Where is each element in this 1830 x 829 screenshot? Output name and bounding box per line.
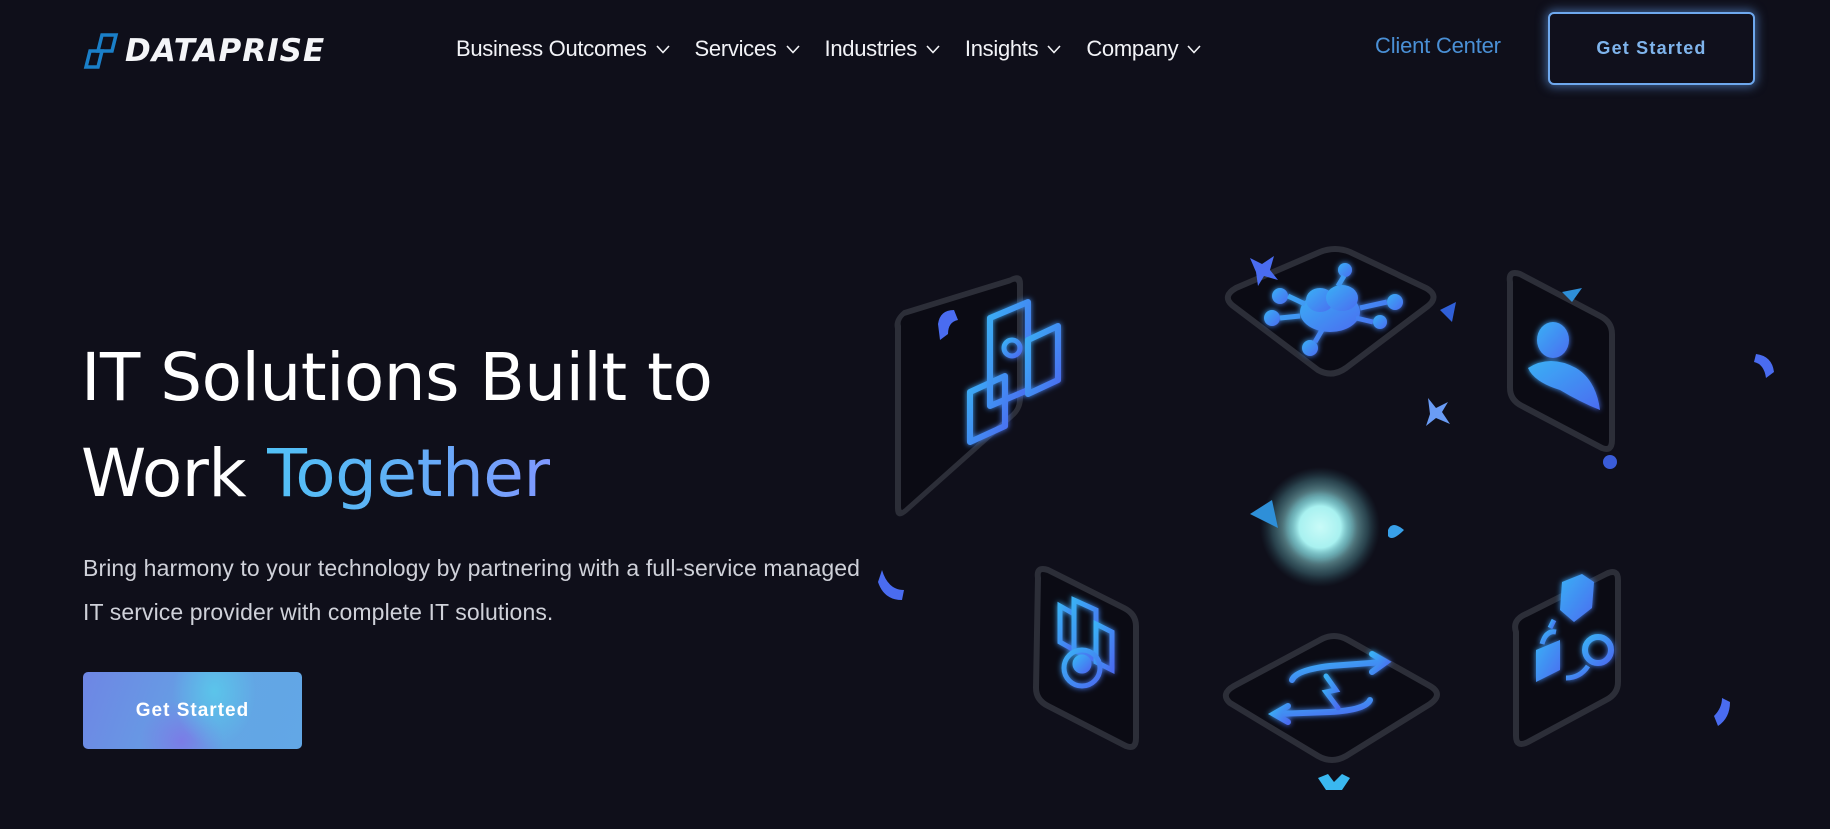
chevron-down-icon — [1047, 44, 1061, 54]
nav-item-insights[interactable]: Insights — [965, 36, 1061, 62]
hero-subtitle: Bring harmony to your technology by part… — [83, 555, 861, 625]
nav-label: Company — [1086, 36, 1179, 61]
chevron-down-icon — [1187, 44, 1201, 54]
decor-arc — [1754, 354, 1774, 378]
tile-cloud-network — [1224, 246, 1450, 426]
nav-label: Insights — [964, 36, 1039, 61]
header-get-started-button[interactable]: Get Started — [1548, 12, 1755, 85]
main-nav: Business Outcomes Services Industries In… — [456, 33, 1226, 65]
hero-title-line1: IT Solutions Built to — [81, 339, 713, 416]
chevron-down-icon — [926, 44, 940, 54]
nav-item-company[interactable]: Company — [1086, 36, 1201, 62]
client-center-link[interactable]: Client Center — [1375, 33, 1501, 59]
nav-label: Business Outcomes — [456, 36, 647, 61]
nav-item-services[interactable]: Services — [695, 36, 800, 62]
decor-sphere — [1603, 455, 1617, 469]
decor-cone — [1440, 302, 1456, 322]
chevron-down-icon — [785, 44, 800, 54]
hero-title: IT Solutions Built to Work Together — [81, 330, 713, 522]
chevron-down-icon — [655, 44, 670, 54]
tile-security-lock — [1512, 569, 1621, 747]
hero-get-started-button[interactable]: Get Started — [83, 672, 302, 749]
dataprise-logo-icon — [83, 33, 119, 69]
tile-user-profile — [1440, 270, 1617, 469]
button-label: Get Started — [135, 699, 250, 721]
decor-arc — [878, 570, 904, 600]
brand-name: DATAPRISE — [125, 33, 326, 69]
button-label: Get Started — [1596, 38, 1707, 58]
tile-sync-lightning — [1222, 633, 1440, 790]
decor-arc — [1714, 698, 1730, 726]
nav-item-business-outcomes[interactable]: Business Outcomes — [456, 36, 670, 62]
nav-item-industries[interactable]: Industries — [825, 36, 940, 62]
glowing-orb — [1250, 467, 1404, 587]
tile-server-user — [1032, 566, 1139, 750]
brand-logo[interactable]: DATAPRISE — [83, 33, 325, 69]
nav-label: Services — [694, 36, 777, 61]
decor-star — [1426, 398, 1450, 426]
tile-devices-settings — [894, 275, 1061, 517]
nav-label: Industries — [824, 36, 918, 61]
decor-cone — [1388, 525, 1404, 538]
hero-title-line2: Work — [81, 435, 267, 512]
site-header: DATAPRISE Business Outcomes Services Ind… — [0, 0, 1830, 98]
decor-chevron — [1318, 774, 1350, 790]
hero-illustration — [860, 230, 1830, 829]
hero-title-accent: Together — [266, 435, 551, 512]
